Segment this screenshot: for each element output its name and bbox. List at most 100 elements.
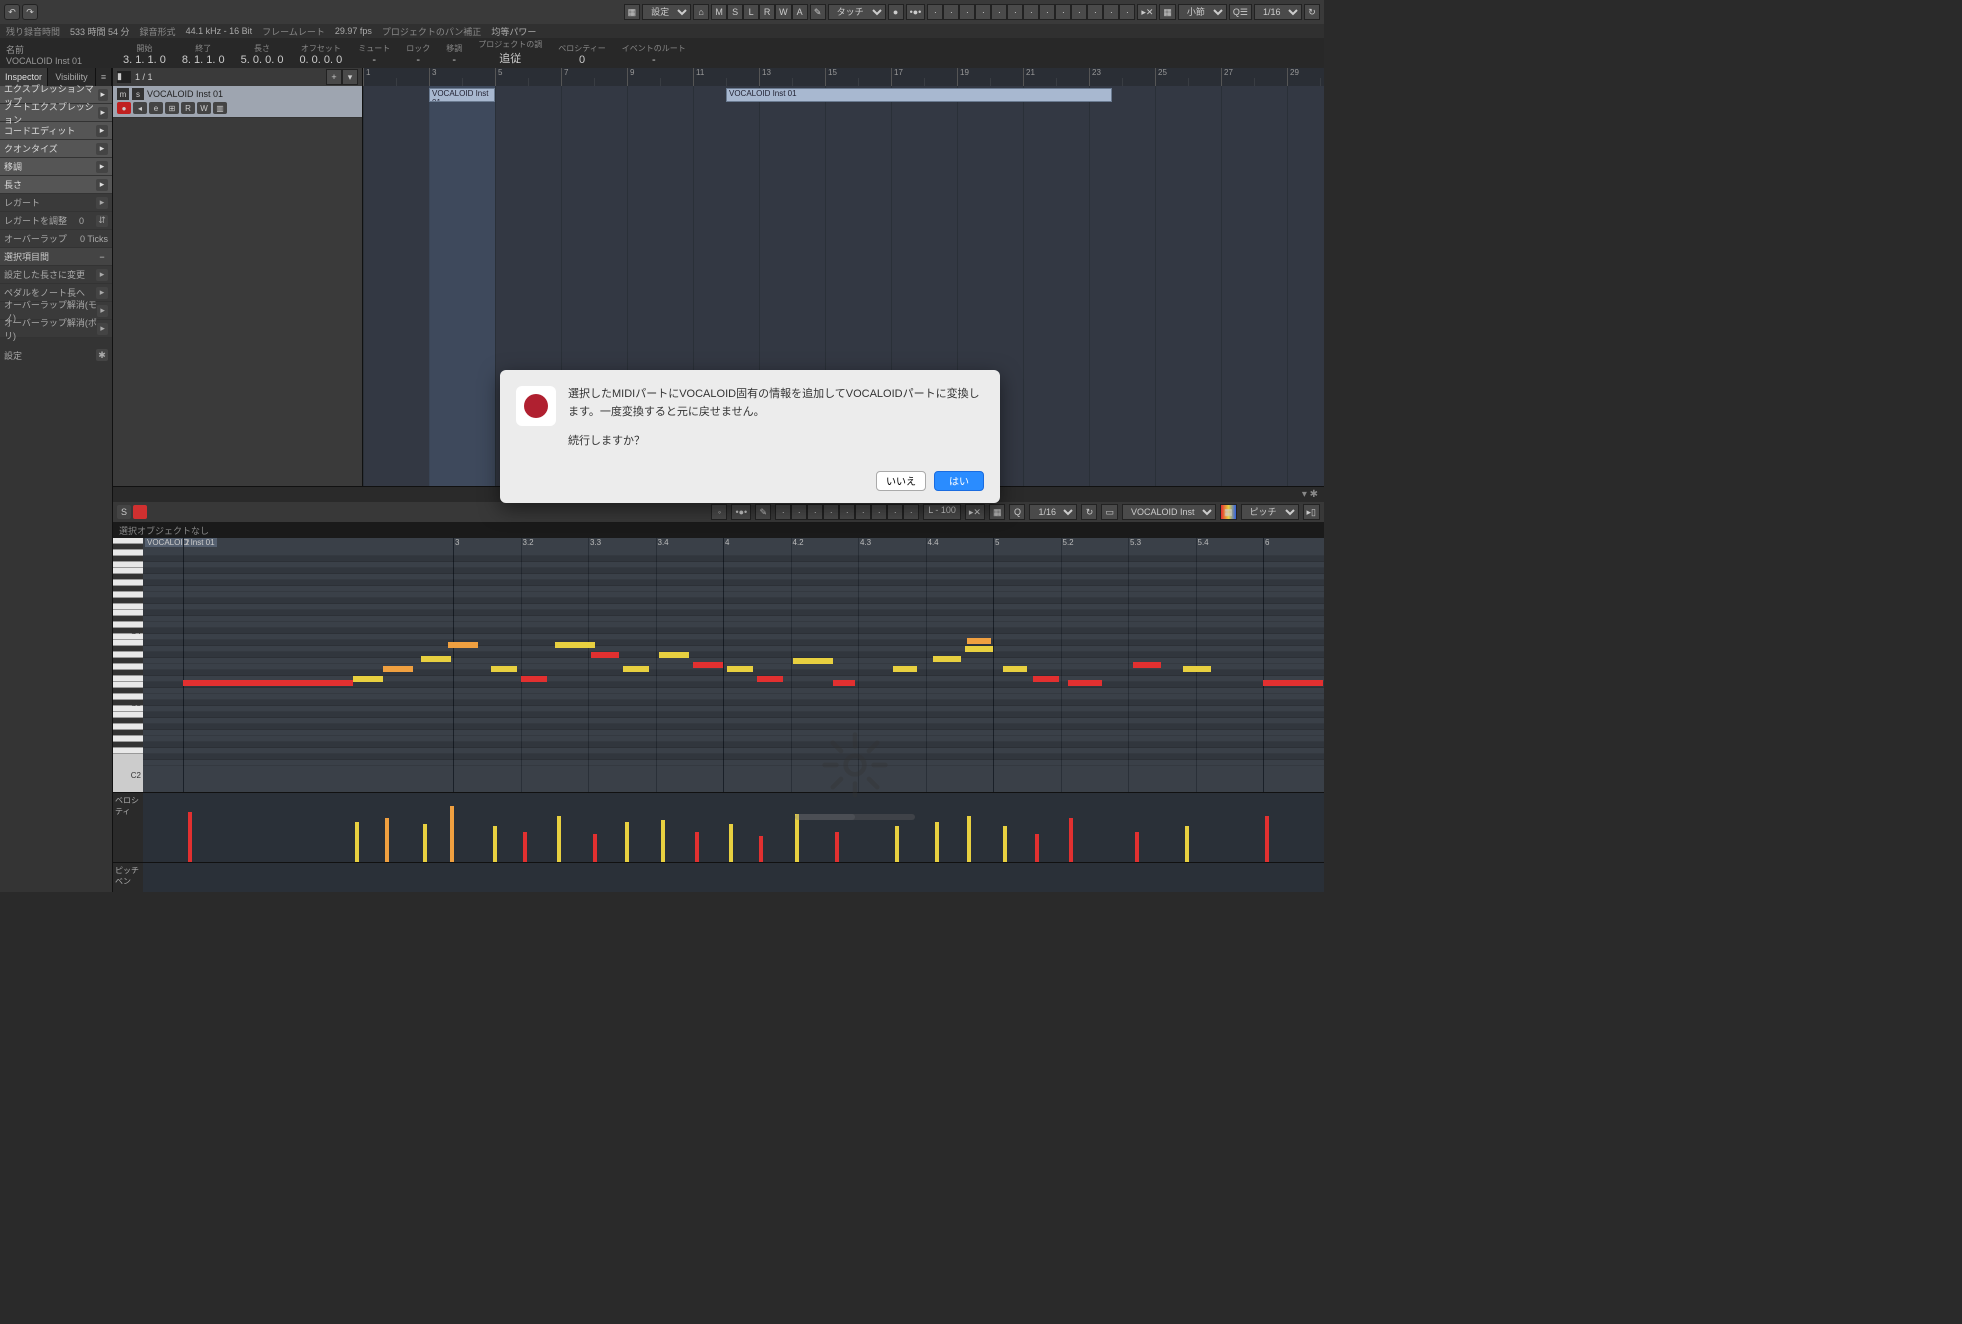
sidebar-item-1[interactable]: ノートエクスプレッション▸ [0,104,112,122]
midi-note[interactable] [491,666,517,672]
midi-note[interactable] [757,676,783,682]
glue-icon[interactable]: · [975,4,991,20]
midi-note[interactable] [965,646,993,652]
note-grid[interactable]: VOCALOID Inst 01 233.23.33.444.24.34.455… [143,538,1324,792]
legato-adjust-row[interactable]: レガートを調整0⇵ [0,212,112,230]
ed-trim-icon[interactable]: · [823,504,839,520]
write-button[interactable]: W [197,102,211,114]
warp-icon[interactable]: · [1087,4,1103,20]
automation-w-button[interactable]: W [775,4,792,20]
sidebar-func-3[interactable]: オーバーラップ解消(ポリ)▸ [0,320,112,338]
color-icon[interactable]: ▦ [1220,504,1237,520]
midi-note[interactable] [1033,676,1059,682]
auto-icon[interactable]: ● [888,4,904,20]
transpose-value[interactable]: - [452,54,456,66]
legato-row[interactable]: レガート▸ [0,194,112,212]
velocity-bar[interactable] [625,822,629,862]
midi-note[interactable] [967,638,991,644]
length-field[interactable]: L - 100 [923,504,961,520]
eraser-icon[interactable]: · [991,4,1007,20]
velocity-bar[interactable] [1003,826,1007,862]
mute2-icon[interactable]: · [1023,4,1039,20]
vel-value[interactable]: 0 [579,54,585,66]
start-value[interactable]: 3. 1. 1. 0 [123,54,166,66]
ed-icon-1[interactable]: ◦ [711,504,727,520]
velocity-bar[interactable] [729,824,733,862]
lock-value[interactable]: - [416,54,420,66]
piano-keyboard[interactable]: C2C3C4 [113,538,143,792]
midi-note[interactable] [1068,680,1102,686]
snap-icon[interactable]: •●• [906,4,926,20]
solo-editor-button[interactable]: S [117,505,131,519]
velocity-bar[interactable] [661,820,665,862]
ed-paint-icon[interactable]: ✎ [755,504,771,520]
pitchbend-lane[interactable]: ピッチベン [113,862,1324,892]
velocity-bar[interactable] [450,806,454,862]
velocity-bar[interactable] [895,826,899,862]
midi-note[interactable] [659,652,689,658]
home-icon[interactable]: ⌂ [693,4,709,20]
minus-icon[interactable]: − [96,251,108,263]
midi-note[interactable] [693,662,723,668]
mute-button[interactable]: m [117,88,129,100]
ed-draw-icon[interactable]: · [791,504,807,520]
play-icon[interactable]: ▸ [97,305,108,317]
midi-note[interactable] [1133,662,1161,668]
ed-view-select[interactable]: ピッチ [1241,504,1299,520]
len-value[interactable]: 5. 0. 0. 0 [241,54,284,66]
velocity-lane[interactable]: ベロシティ [113,792,1324,862]
arrange-zoom-icon[interactable]: ▾ ✱ [1296,487,1324,502]
velocity-bar[interactable] [355,822,359,862]
midi-note[interactable] [1263,680,1323,686]
midi-note[interactable] [727,666,753,672]
midi-event[interactable]: VOCALOID Inst 01 [429,88,495,102]
pencil-icon[interactable]: ✎ [810,4,826,20]
velocity-bar[interactable] [1035,834,1039,862]
gear-icon[interactable]: ✱ [96,349,108,361]
q-apply-icon[interactable]: ↻ [1081,504,1097,520]
ed-icon-2[interactable]: •●• [731,504,751,520]
midi-note[interactable] [1003,666,1027,672]
velocity-bar[interactable] [423,824,427,862]
off-value[interactable]: 0. 0. 0. 0 [299,54,342,66]
ed-mute-icon[interactable]: · [839,504,855,520]
midi-event[interactable]: VOCALOID Inst 01 [726,88,1112,102]
slot-icon[interactable]: ▮ [117,71,131,83]
ed-quantize-select[interactable]: 1/16 [1029,504,1077,520]
loop-range[interactable] [429,86,495,486]
undo-button[interactable]: ↶ [4,4,20,20]
play-icon[interactable]: · [1055,4,1071,20]
pointer-icon[interactable]: · [927,4,943,20]
quantize-apply-icon[interactable]: ↻ [1304,4,1320,20]
sidebar-item-4[interactable]: 移調▸ [0,158,112,176]
touch-select[interactable]: タッチ [828,4,886,20]
snap2-icon[interactable]: ▸✕ [965,504,985,520]
velocity-bar[interactable] [1185,826,1189,862]
midi-note[interactable] [353,676,383,682]
ed-erase-icon[interactable]: · [807,504,823,520]
tab-settings-icon[interactable]: ≡ [96,68,112,86]
timeline-ruler[interactable]: 1357911131517192123252729313335373941434… [363,68,1324,86]
velocity-bar[interactable] [695,832,699,862]
play-icon[interactable]: ▸ [96,287,108,299]
play-icon[interactable]: ▸ [96,197,108,209]
velocity-bar[interactable] [759,836,763,862]
velocity-bar[interactable] [1135,832,1139,862]
midi-note[interactable] [793,658,833,664]
range-icon[interactable]: · [943,4,959,20]
snap-toggle-icon[interactable]: ▸✕ [1137,4,1157,20]
draw-icon[interactable]: · [1039,4,1055,20]
velocity-bar[interactable] [835,832,839,862]
automation-s-button[interactable]: S [727,4,743,20]
record-arm-button[interactable]: ● [117,102,131,114]
midi-note[interactable] [623,666,649,672]
zoom-icon[interactable]: · [1007,4,1023,20]
overlap-row[interactable]: オーバーラップ0 Ticks [0,230,112,248]
velocity-bar[interactable] [967,816,971,862]
midi-note[interactable] [933,656,961,662]
grid-select[interactable]: 小節 [1178,4,1227,20]
grid-icon[interactable]: ▦ [1159,4,1176,20]
root-value[interactable]: 追従 [499,50,521,66]
track-options-icon[interactable]: ▾ [342,69,358,85]
ed-scissors-icon[interactable]: · [855,504,871,520]
